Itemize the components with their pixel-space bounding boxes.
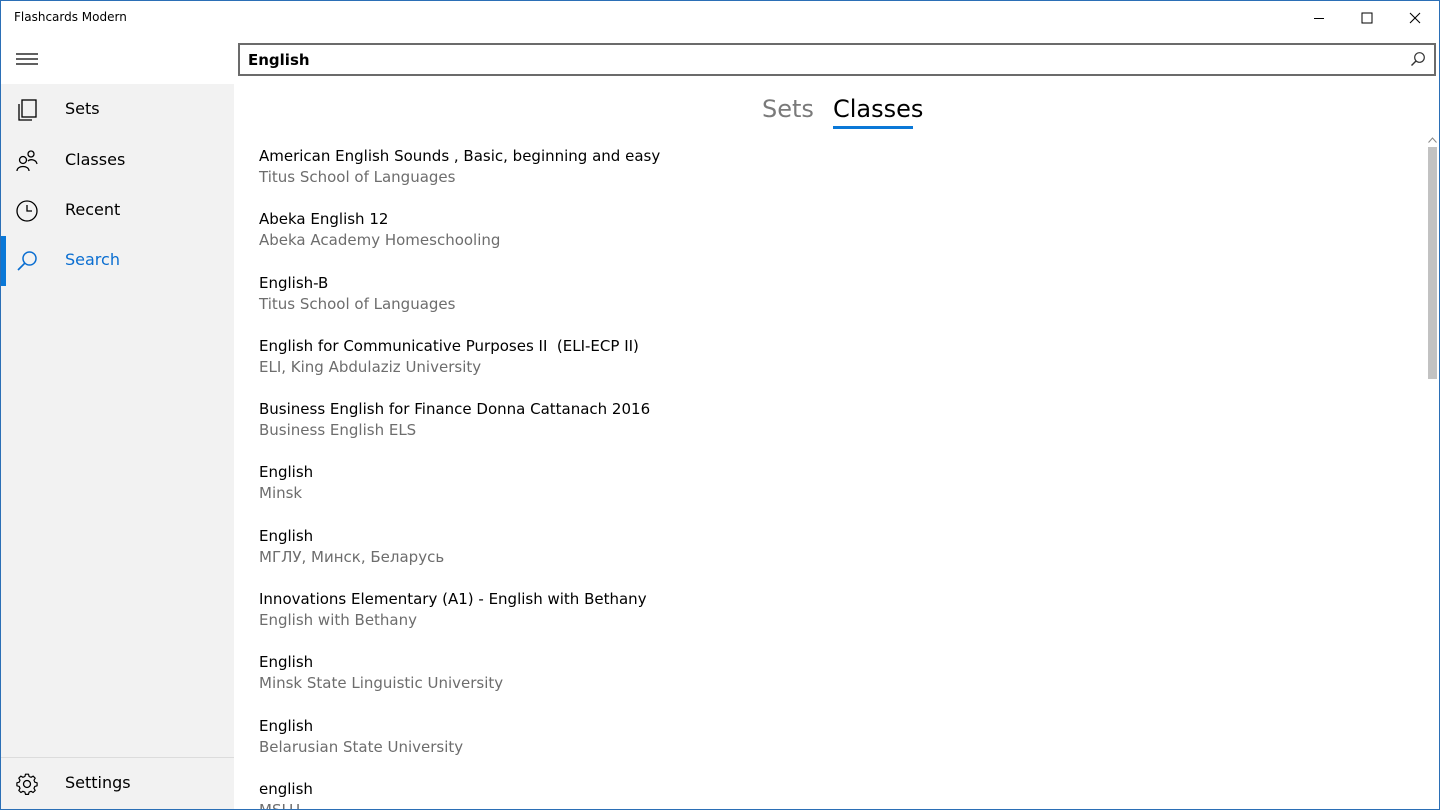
class-title: english bbox=[259, 779, 313, 798]
selection-indicator bbox=[1, 236, 6, 286]
list-item[interactable]: English-B Titus School of Languages bbox=[259, 273, 1419, 336]
class-title: English-B bbox=[259, 273, 329, 292]
class-school: Abeka Academy Homeschooling bbox=[259, 231, 501, 250]
title-bar[interactable]: Flashcards Modern bbox=[1, 1, 1439, 35]
close-icon bbox=[1409, 12, 1421, 24]
class-title: English bbox=[259, 526, 314, 545]
maximize-icon bbox=[1361, 12, 1373, 24]
class-school: MSLU bbox=[259, 800, 301, 810]
class-school: Titus School of Languages bbox=[259, 294, 456, 313]
sidebar-item-search[interactable]: Search bbox=[1, 236, 234, 286]
sidebar-item-sets[interactable]: Sets bbox=[1, 85, 234, 135]
list-item[interactable]: english MSLU bbox=[259, 779, 1419, 810]
divider bbox=[1, 757, 234, 758]
list-item[interactable]: English Belarusian State University bbox=[259, 716, 1419, 779]
sidebar-item-label: Sets bbox=[65, 99, 100, 118]
class-title: American English Sounds , Basic, beginni… bbox=[259, 147, 661, 165]
tab-selected-indicator bbox=[833, 126, 913, 129]
class-school: ELI, King Abdulaziz University bbox=[259, 357, 482, 376]
list-item[interactable]: American English Sounds , Basic, beginni… bbox=[259, 146, 1419, 209]
class-title: Business English for Finance Donna Catta… bbox=[259, 400, 651, 419]
close-button[interactable] bbox=[1391, 1, 1439, 35]
sidebar-item-settings[interactable]: Settings bbox=[1, 759, 234, 809]
sidebar-item-classes[interactable]: Classes bbox=[1, 136, 234, 186]
search-input[interactable] bbox=[248, 49, 1398, 71]
sidebar-item-label: Search bbox=[65, 250, 120, 269]
hamburger-icon bbox=[16, 53, 38, 65]
app-window: Flashcards Modern Sets Classes Recent Se… bbox=[0, 0, 1440, 810]
search-icon bbox=[17, 251, 37, 271]
class-title: English for Communicative Purposes II (E… bbox=[259, 336, 639, 355]
list-item[interactable]: Abeka English 12 Abeka Academy Homeschoo… bbox=[259, 209, 1419, 272]
list-item[interactable]: English Minsk State Linguistic Universit… bbox=[259, 652, 1419, 715]
class-school: МГЛУ, Минск, Беларусь bbox=[259, 547, 445, 566]
scroll-thumb[interactable] bbox=[1428, 147, 1437, 379]
classes-icon bbox=[16, 150, 38, 172]
class-school: Minsk State Linguistic University bbox=[259, 674, 504, 693]
search-icon[interactable] bbox=[1410, 51, 1426, 67]
list-item[interactable]: Innovations Elementary (A1) - English wi… bbox=[259, 589, 1419, 652]
maximize-button[interactable] bbox=[1343, 1, 1391, 35]
class-school: Titus School of Languages bbox=[259, 168, 456, 186]
sets-icon bbox=[18, 99, 37, 121]
sidebar-item-label: Recent bbox=[65, 200, 121, 219]
class-title: English bbox=[259, 463, 314, 482]
class-title: English bbox=[259, 716, 314, 735]
clock-icon bbox=[16, 200, 38, 222]
nav-pane: Sets Classes Recent Search Settings bbox=[1, 35, 234, 809]
list-item[interactable]: English МГЛУ, Минск, Беларусь bbox=[259, 526, 1419, 589]
app-title: Flashcards Modern bbox=[14, 10, 127, 24]
list-item[interactable]: English for Communicative Purposes II (E… bbox=[259, 336, 1419, 399]
list-item[interactable]: English Minsk bbox=[259, 462, 1419, 525]
scroll-up-button[interactable] bbox=[1427, 135, 1438, 145]
hamburger-button[interactable] bbox=[1, 35, 234, 84]
class-school: Belarusian State University bbox=[259, 737, 464, 756]
sidebar-item-recent[interactable]: Recent bbox=[1, 186, 234, 236]
class-school: English with Bethany bbox=[259, 611, 418, 630]
chevron-up-icon bbox=[1428, 137, 1437, 143]
sidebar-item-label: Settings bbox=[65, 773, 131, 792]
class-title: Innovations Elementary (A1) - English wi… bbox=[259, 590, 647, 609]
minimize-button[interactable] bbox=[1295, 1, 1343, 35]
class-title: English bbox=[259, 653, 314, 672]
class-title: Abeka English 12 bbox=[259, 210, 389, 229]
vertical-scrollbar[interactable] bbox=[1426, 133, 1439, 809]
search-box[interactable] bbox=[238, 43, 1436, 76]
minimize-icon bbox=[1314, 18, 1324, 19]
gear-icon bbox=[16, 773, 38, 795]
class-school: Minsk bbox=[259, 484, 303, 503]
results-list: American English Sounds , Basic, beginni… bbox=[259, 146, 1419, 810]
tab-classes[interactable]: Classes bbox=[833, 95, 923, 129]
sidebar-item-label: Classes bbox=[65, 150, 126, 169]
class-school: Business English ELS bbox=[259, 421, 417, 440]
tab-sets[interactable]: Sets bbox=[762, 95, 814, 129]
list-item[interactable]: Business English for Finance Donna Catta… bbox=[259, 399, 1419, 462]
